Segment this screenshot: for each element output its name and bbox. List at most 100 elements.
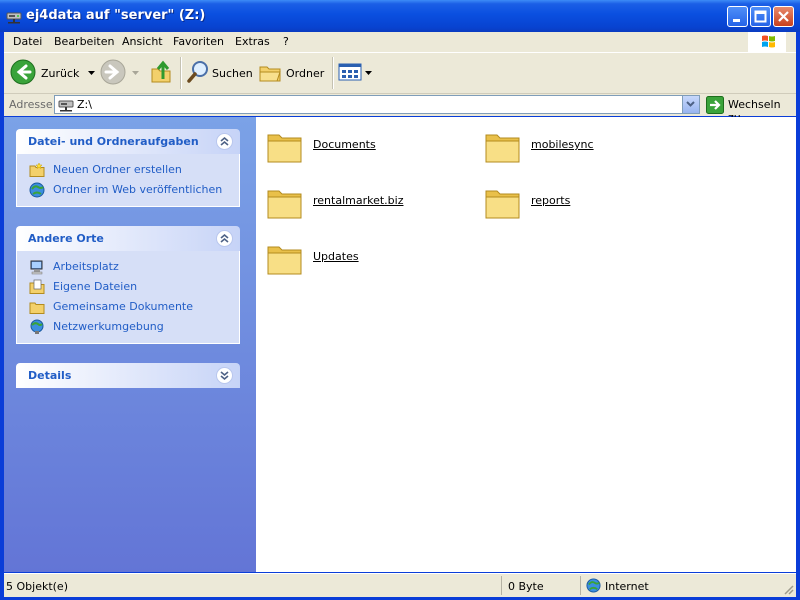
folders-label: Ordner (286, 67, 325, 80)
other-places-panel: Andere Orte Arbeitsplatz Eigene Dateien (16, 226, 240, 344)
go-button[interactable]: Wechseln zu (706, 95, 794, 124)
search-icon (187, 61, 208, 83)
place-my-computer-label: Arbeitsplatz (53, 260, 119, 273)
title-bar[interactable]: ej4data auf "server" (Z:) (0, 0, 800, 32)
back-arrow-icon (10, 59, 36, 85)
menu-bearbeiten[interactable]: Bearbeiten (54, 35, 114, 48)
folders-button[interactable]: Ordner (258, 59, 328, 87)
folder-item[interactable]: mobilesync (484, 127, 704, 167)
folder-icon (485, 190, 520, 219)
forward-button[interactable] (100, 59, 140, 87)
folder-item[interactable]: Documents (266, 127, 486, 167)
task-new-folder[interactable]: Neuen Ordner erstellen (17, 160, 239, 180)
my-documents-icon (29, 279, 45, 294)
close-icon (778, 11, 789, 22)
toolbar: Zurück Suchen Ordner (4, 53, 796, 94)
up-folder-icon (151, 60, 171, 83)
details-header[interactable]: Details (16, 363, 240, 388)
collapse-up-icon[interactable] (216, 230, 233, 247)
menu-datei[interactable]: Datei (13, 35, 42, 48)
place-network[interactable]: Netzwerkumgebung (17, 317, 239, 337)
maximize-button[interactable] (750, 6, 771, 27)
folder-name: mobilesync (531, 138, 594, 151)
menu-help[interactable]: ? (283, 35, 289, 48)
task-pane: Datei- und Ordneraufgaben Neuen Ordner e… (4, 117, 256, 572)
folder-name: rentalmarket.biz (313, 194, 404, 207)
collapse-up-icon[interactable] (216, 133, 233, 150)
views-icon (338, 63, 362, 81)
address-label: Adresse (9, 98, 53, 111)
folder-name: Updates (313, 250, 359, 263)
up-folder-button[interactable] (150, 59, 176, 87)
menu-favoriten[interactable]: Favoriten (173, 35, 224, 48)
status-zone: Internet (605, 580, 649, 593)
place-my-documents[interactable]: Eigene Dateien (17, 277, 239, 297)
place-my-computer[interactable]: Arbeitsplatz (17, 257, 239, 277)
place-shared-documents[interactable]: Gemeinsame Dokumente (17, 297, 239, 317)
status-size: 0 Byte (508, 580, 544, 593)
windows-logo-icon (748, 32, 786, 52)
minimize-button[interactable] (727, 6, 748, 27)
details-panel: Details (16, 363, 240, 388)
menu-bar: Datei Bearbeiten Ansicht Favoriten Extra… (4, 32, 796, 53)
go-arrow-icon (706, 96, 724, 114)
details-title: Details (28, 369, 72, 382)
shared-folder-icon (29, 302, 45, 314)
folder-name: Documents (313, 138, 376, 151)
folder-icon (485, 134, 520, 163)
other-places-title: Andere Orte (28, 232, 104, 245)
search-label: Suchen (212, 67, 253, 80)
address-dropdown-button[interactable] (682, 96, 699, 113)
status-objects: 5 Objekt(e) (6, 580, 68, 593)
chevron-down-icon (686, 101, 695, 107)
new-folder-icon (29, 162, 45, 177)
close-button[interactable] (773, 6, 794, 27)
folder-item[interactable]: rentalmarket.biz (266, 183, 486, 223)
folder-name: reports (531, 194, 571, 207)
toolbar-separator (180, 57, 182, 89)
views-button[interactable] (338, 59, 374, 87)
file-tasks-title: Datei- und Ordneraufgaben (28, 135, 199, 148)
folder-icon (267, 134, 302, 163)
folder-item[interactable]: reports (484, 183, 704, 223)
back-dropdown-icon[interactable] (88, 71, 95, 76)
publish-web-icon (29, 182, 45, 198)
file-tasks-header[interactable]: Datei- und Ordneraufgaben (16, 129, 240, 154)
views-dropdown-icon (365, 71, 372, 75)
menu-ansicht[interactable]: Ansicht (122, 35, 163, 48)
network-drive-icon (6, 12, 22, 24)
forward-dropdown-icon (132, 71, 139, 75)
address-input[interactable]: Z:\ (54, 95, 700, 114)
folder-view: Documents mobilesync rentalmarket.biz re… (256, 117, 796, 572)
explorer-window: ej4data auf "server" (Z:) Datei Bearbeit… (0, 0, 800, 600)
menu-extras[interactable]: Extras (235, 35, 270, 48)
place-shared-documents-label: Gemeinsame Dokumente (53, 300, 193, 313)
status-size-cell: 0 Byte (504, 576, 581, 595)
minimize-icon (733, 19, 740, 22)
resize-grip-icon[interactable] (782, 583, 794, 595)
back-label: Zurück (41, 67, 80, 80)
status-objects-cell: 5 Objekt(e) (4, 576, 502, 595)
search-button[interactable]: Suchen (186, 59, 253, 87)
task-new-folder-label: Neuen Ordner erstellen (53, 163, 182, 176)
window-title: ej4data auf "server" (Z:) (26, 8, 206, 23)
task-publish-web-label: Ordner im Web veröffentlichen (53, 183, 223, 196)
forward-arrow-icon (100, 59, 126, 85)
file-tasks-body: Neuen Ordner erstellen Ordner im Web ver… (16, 154, 240, 207)
address-value: Z:\ (77, 98, 92, 111)
file-tasks-panel: Datei- und Ordneraufgaben Neuen Ordner e… (16, 129, 240, 207)
task-publish-web[interactable]: Ordner im Web veröffentlichen (17, 180, 239, 200)
other-places-header[interactable]: Andere Orte (16, 226, 240, 251)
folders-icon (259, 66, 281, 82)
status-bar: 5 Objekt(e) 0 Byte Internet (4, 573, 796, 597)
folder-icon (267, 190, 302, 219)
address-bar: Adresse Z:\ Wechseln zu (4, 94, 796, 124)
back-button[interactable]: Zurück (10, 59, 95, 87)
maximize-icon (754, 10, 767, 23)
expand-down-icon[interactable] (216, 367, 233, 384)
network-drive-icon (58, 100, 74, 112)
folder-item[interactable]: Updates (266, 239, 486, 279)
place-my-documents-label: Eigene Dateien (53, 280, 138, 293)
folder-icon (267, 246, 302, 275)
toolbar-separator (332, 57, 334, 89)
